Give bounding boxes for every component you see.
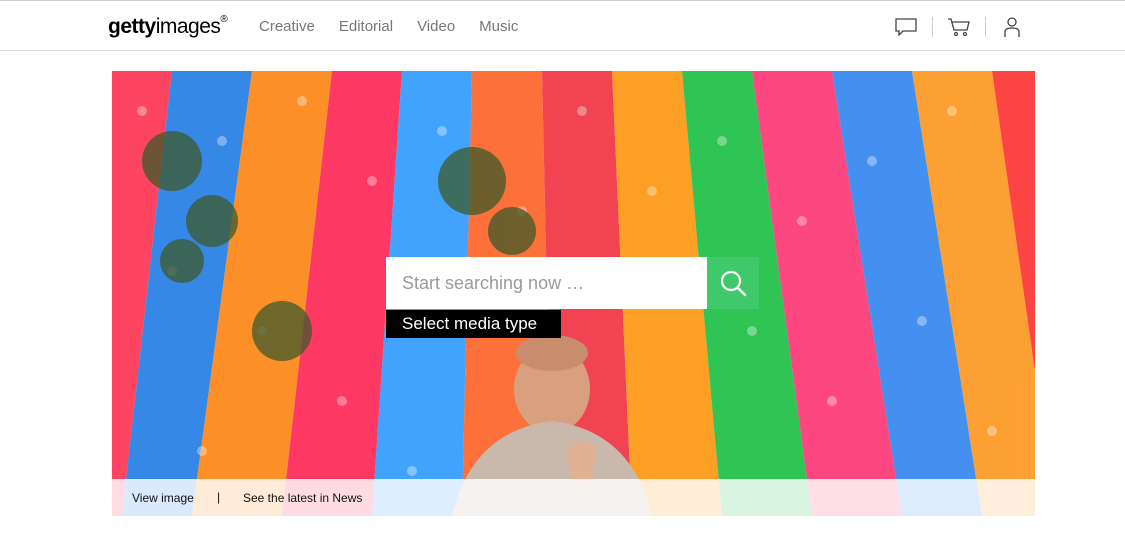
latest-news-link[interactable]: See the latest in News (243, 491, 362, 505)
icon-divider (932, 17, 933, 37)
icon-divider (985, 17, 986, 37)
chat-icon[interactable] (893, 14, 919, 40)
site-header: gettyimages® Creative Editorial Video Mu… (0, 1, 1125, 51)
search-input[interactable] (386, 257, 707, 309)
nav-creative[interactable]: Creative (259, 18, 315, 35)
gettyimages-logo[interactable]: gettyimages® (108, 14, 228, 39)
nav-music[interactable]: Music (479, 18, 518, 35)
nav-video[interactable]: Video (417, 18, 455, 35)
logo-bold-text: getty (108, 15, 156, 38)
search-icon (720, 270, 747, 297)
view-image-link[interactable]: View image (132, 491, 194, 505)
search-bar (386, 257, 759, 309)
cart-icon[interactable] (946, 14, 972, 40)
user-icon[interactable] (999, 14, 1025, 40)
main-nav: Creative Editorial Video Music (259, 18, 542, 35)
hero-caption-bar: View image | See the latest in News (112, 479, 1035, 516)
header-icons (893, 14, 1025, 40)
caption-separator: | (217, 490, 221, 504)
logo-light-text: images (155, 15, 221, 38)
search-button[interactable] (707, 257, 759, 309)
select-media-type-button[interactable]: Select media type (386, 310, 561, 338)
nav-editorial[interactable]: Editorial (339, 18, 393, 35)
logo-registered-mark: ® (220, 14, 228, 25)
